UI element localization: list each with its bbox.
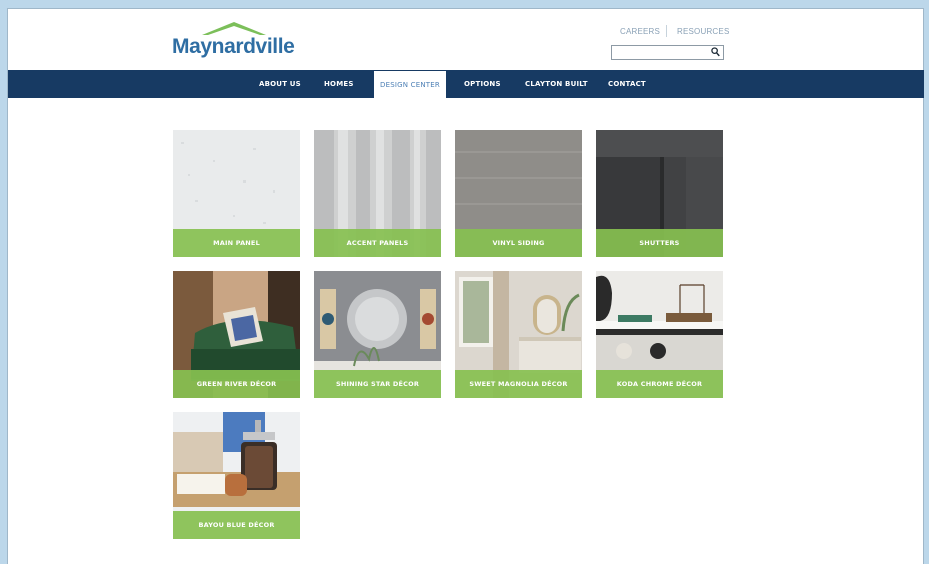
main-nav: ABOUT US HOMES DESIGN CENTER OPTIONS CLA…: [8, 70, 924, 99]
utility-divider: [666, 25, 667, 37]
tile-green-river-decor[interactable]: GREEN RIVER DÉCOR: [173, 271, 300, 398]
nav-about-us[interactable]: ABOUT US: [259, 70, 301, 98]
tile-koda-chrome-decor[interactable]: KODA CHROME DÉCOR: [596, 271, 723, 398]
tile-label: MAIN PANEL: [173, 229, 300, 257]
tile-main-panel[interactable]: MAIN PANEL: [173, 130, 300, 257]
nav-design-center[interactable]: DESIGN CENTER: [374, 71, 446, 99]
tile-shining-star-decor[interactable]: SHINING STAR DÉCOR: [314, 271, 441, 398]
tile-vinyl-siding[interactable]: VINYL SIDING: [455, 130, 582, 257]
resources-link[interactable]: RESOURCES: [677, 27, 729, 36]
tile-sweet-magnolia-decor[interactable]: SWEET MAGNOLIA DÉCOR: [455, 271, 582, 398]
tile-accent-panels[interactable]: ACCENT PANELS: [314, 130, 441, 257]
search-icon[interactable]: [711, 47, 720, 57]
search-input[interactable]: [611, 45, 724, 60]
brand-logo[interactable]: Maynardville: [172, 21, 304, 61]
nav-homes[interactable]: HOMES: [324, 70, 354, 98]
tile-label: SHUTTERS: [596, 229, 723, 257]
tile-label: SHINING STAR DÉCOR: [314, 370, 441, 398]
tile-label: ACCENT PANELS: [314, 229, 441, 257]
tile-label: GREEN RIVER DÉCOR: [173, 370, 300, 398]
careers-link[interactable]: CAREERS: [620, 27, 660, 36]
tile-label: VINYL SIDING: [455, 229, 582, 257]
page-frame: Maynardville CAREERS RESOURCES ABOUT US …: [7, 8, 924, 564]
tile-bayou-blue-decor[interactable]: BAYOU BLUE DÉCOR: [173, 412, 300, 539]
nav-options[interactable]: OPTIONS: [464, 70, 501, 98]
tile-label: KODA CHROME DÉCOR: [596, 370, 723, 398]
tile-label: SWEET MAGNOLIA DÉCOR: [455, 370, 582, 398]
tile-shutters[interactable]: SHUTTERS: [596, 130, 723, 257]
brand-name: Maynardville: [172, 35, 295, 58]
tile-label: BAYOU BLUE DÉCOR: [173, 511, 300, 539]
nav-contact[interactable]: CONTACT: [608, 70, 646, 98]
nav-clayton-built[interactable]: CLAYTON BUILT: [525, 70, 588, 98]
